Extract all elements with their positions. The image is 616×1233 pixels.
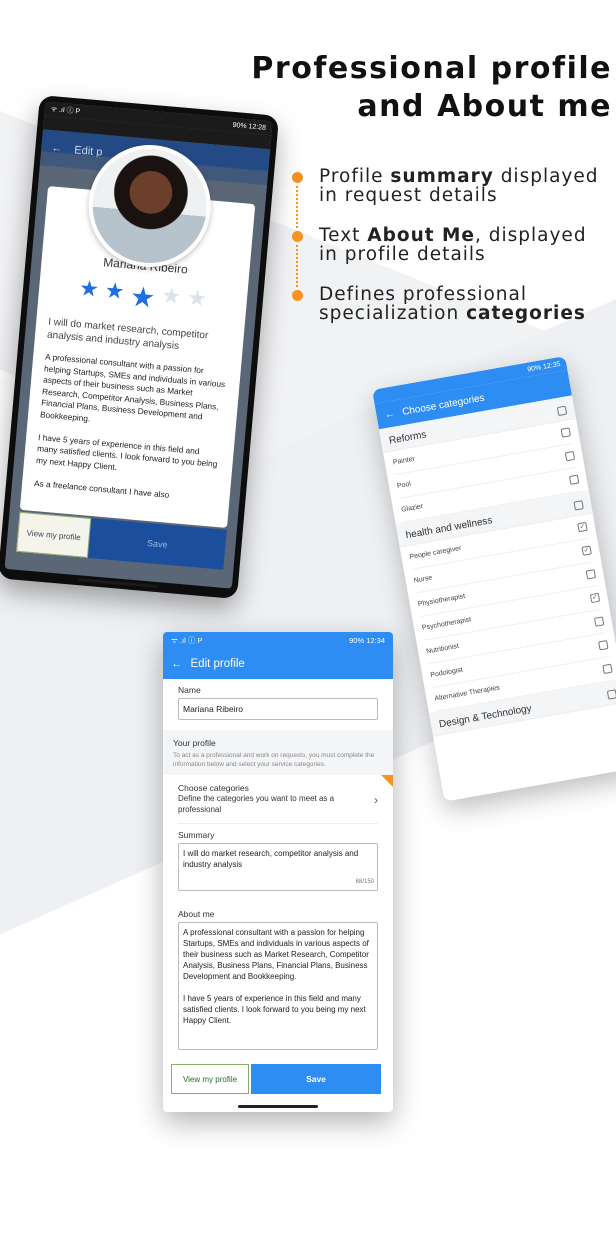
form-buttons: View my profile Save	[171, 1064, 381, 1094]
choose-categories-row[interactable]: Choose categories Define the categories …	[178, 775, 393, 824]
feature-item: Defines professional specialization cate…	[292, 285, 612, 323]
category-item-label: Glazier	[400, 502, 424, 514]
about-label: About me	[178, 909, 215, 919]
checkbox-checked[interactable]: ✓	[577, 521, 588, 533]
category-item-label: Pool	[396, 480, 412, 491]
save-button[interactable]: Save	[251, 1064, 381, 1094]
headline-line: and About me	[357, 89, 612, 124]
edit-form: Name Mariana Ribeiro Your profile To act…	[163, 685, 393, 1050]
name-label: Name	[178, 685, 201, 695]
checkbox[interactable]	[564, 450, 576, 462]
about-textarea[interactable]: A professional consultant with a passion…	[178, 922, 378, 1050]
checkbox[interactable]	[568, 474, 580, 485]
page-headline: Professional profile and About me	[251, 50, 612, 126]
category-item-label: Painter	[392, 455, 416, 467]
star-filled-icon: ★	[78, 275, 101, 302]
section-title: Your profile	[173, 738, 216, 748]
bullet-icon	[292, 231, 303, 242]
category-item-label: Psychotherapist	[421, 616, 472, 632]
view-profile-button[interactable]: View my profile	[171, 1064, 249, 1094]
categories-description: Define the categories you want to meet a…	[178, 794, 335, 814]
back-arrow-icon[interactable]: ←	[384, 408, 396, 421]
category-item-label: Podologist	[429, 666, 464, 680]
category-group-label: Reforms	[388, 429, 428, 447]
phone-edit-profile: ᯤ .ıl ⓘ P 90% 12:34 ← Edit profile Name …	[163, 632, 393, 1112]
checkbox[interactable]	[585, 569, 597, 580]
checkbox[interactable]	[556, 405, 568, 417]
app-bar-title: Edit profile	[190, 658, 245, 670]
chevron-right-icon: ›	[374, 793, 378, 807]
view-profile-button[interactable]: View my profile	[16, 511, 92, 558]
home-indicator	[238, 1105, 318, 1108]
category-item-label: Physiotherapist	[417, 593, 466, 609]
your-profile-section: Your profile To act as a professional an…	[163, 730, 393, 775]
checkbox[interactable]	[602, 663, 613, 675]
star-filled-icon: ★	[103, 277, 126, 305]
required-corner-icon	[381, 775, 393, 787]
checkbox-checked[interactable]: ✓	[589, 592, 601, 604]
category-item-label: Nurse	[413, 574, 433, 585]
star-empty-icon: ★	[186, 284, 208, 312]
category-item-label: Nutritionist	[425, 642, 460, 656]
character-counter: 68/150	[355, 879, 374, 885]
star-empty-icon: ★	[160, 282, 183, 310]
phone-screen: ᯤ .ıl ⓘ P 90% 12:28 ← Edit p Mariana Rib…	[4, 101, 273, 589]
headline-line: Professional profile	[251, 51, 612, 86]
checkbox[interactable]	[598, 639, 609, 651]
star-rating: ★ ★ ★ ★ ★	[50, 273, 236, 322]
app-bar: ← Edit profile	[163, 649, 393, 679]
summary-label: Summary	[178, 830, 215, 840]
back-arrow-icon[interactable]: ←	[171, 658, 183, 670]
category-item-label: People caregiver	[409, 544, 463, 561]
checkbox-checked[interactable]: ✓	[581, 545, 592, 556]
checkbox[interactable]	[593, 616, 605, 627]
checkbox[interactable]	[560, 427, 572, 438]
name-input[interactable]: Mariana Ribeiro	[178, 698, 378, 720]
bullet-icon	[292, 172, 303, 183]
feature-item: Text About Me, displayed in profile deta…	[292, 226, 612, 264]
feature-item: Profile summary displayed in request det…	[292, 167, 612, 205]
feature-list: Profile summary displayed in request det…	[292, 167, 612, 344]
profile-summary: I will do market research, competitor an…	[46, 316, 209, 353]
section-description: To act as a professional and work on req…	[173, 752, 375, 768]
profile-about: A professional consultant with a passion…	[33, 351, 226, 500]
categories-title: Choose categories	[178, 783, 249, 793]
checkbox[interactable]	[573, 500, 584, 511]
checkbox[interactable]	[606, 689, 616, 700]
status-bar: ᯤ .ıl ⓘ P 90% 12:34	[163, 632, 393, 649]
category-item-label: Alternative Therapies	[434, 684, 501, 703]
summary-textarea[interactable]: I will do market research, competitor an…	[178, 843, 378, 891]
bullet-icon	[292, 290, 303, 301]
phone-profile-preview: ᯤ .ıl ⓘ P 90% 12:28 ← Edit p Mariana Rib…	[0, 95, 280, 600]
star-filled-icon: ★	[128, 280, 157, 314]
